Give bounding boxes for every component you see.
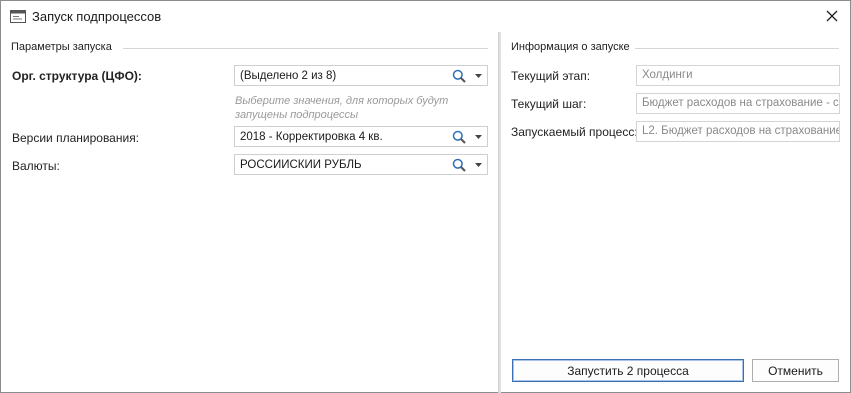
cancel-button[interactable]: Отменить — [752, 359, 839, 382]
currency-select[interactable]: РОССИЙСКИЙ РУБЛЬ — [234, 154, 488, 175]
launch-info-panel: Информация о запуске Текущий этап: Холди… — [501, 32, 851, 393]
current-step-field: Бюджет расходов на страхование - сб — [636, 93, 840, 114]
run-processes-button[interactable]: Запустить 2 процесса — [512, 359, 744, 382]
chevron-down-icon[interactable] — [469, 155, 487, 174]
versions-select[interactable]: 2018 - Корректировка 4 кв. — [234, 126, 488, 147]
title-bar: Запуск подпроцессов — [1, 1, 850, 32]
org-structure-value: (Выделено 2 из 8) — [240, 69, 337, 82]
search-icon[interactable] — [449, 155, 469, 174]
search-icon[interactable] — [449, 66, 469, 85]
org-structure-hint: Выберите значения, для которых будут зап… — [235, 95, 449, 121]
subprocess-launch-dialog: Запуск подпроцессов Параметры запуска Ор… — [0, 0, 851, 393]
org-structure-select[interactable]: (Выделено 2 из 8) — [234, 65, 488, 86]
versions-value: 2018 - Корректировка 4 кв. — [240, 130, 383, 143]
group-divider — [123, 48, 488, 49]
chevron-down-icon[interactable] — [469, 66, 487, 85]
org-structure-label: Орг. структура (ЦФО): — [12, 69, 142, 83]
chevron-down-icon[interactable] — [469, 127, 487, 146]
launched-process-field: L2. Бюджет расходов на страхование — [636, 121, 840, 142]
current-step-label: Текущий шаг: — [511, 97, 587, 111]
versions-label: Версии планирования: — [12, 131, 140, 145]
window-icon — [10, 10, 26, 23]
currency-label: Валюты: — [12, 159, 60, 173]
launched-process-label: Запускаемый процесс: — [511, 125, 638, 139]
close-icon — [826, 10, 838, 22]
currency-value: РОССИЙСКИЙ РУБЛЬ — [240, 158, 362, 171]
launch-params-panel: Параметры запуска Орг. структура (ЦФО): … — [1, 32, 498, 393]
group-divider — [635, 48, 839, 49]
launch-info-title: Информация о запуске — [511, 41, 630, 53]
close-button[interactable] — [820, 5, 844, 27]
current-stage-label: Текущий этап: — [511, 69, 591, 83]
search-icon[interactable] — [449, 127, 469, 146]
current-stage-field: Холдинги — [636, 65, 840, 86]
launch-params-title: Параметры запуска — [11, 41, 112, 53]
window-title: Запуск подпроцессов — [32, 9, 162, 24]
